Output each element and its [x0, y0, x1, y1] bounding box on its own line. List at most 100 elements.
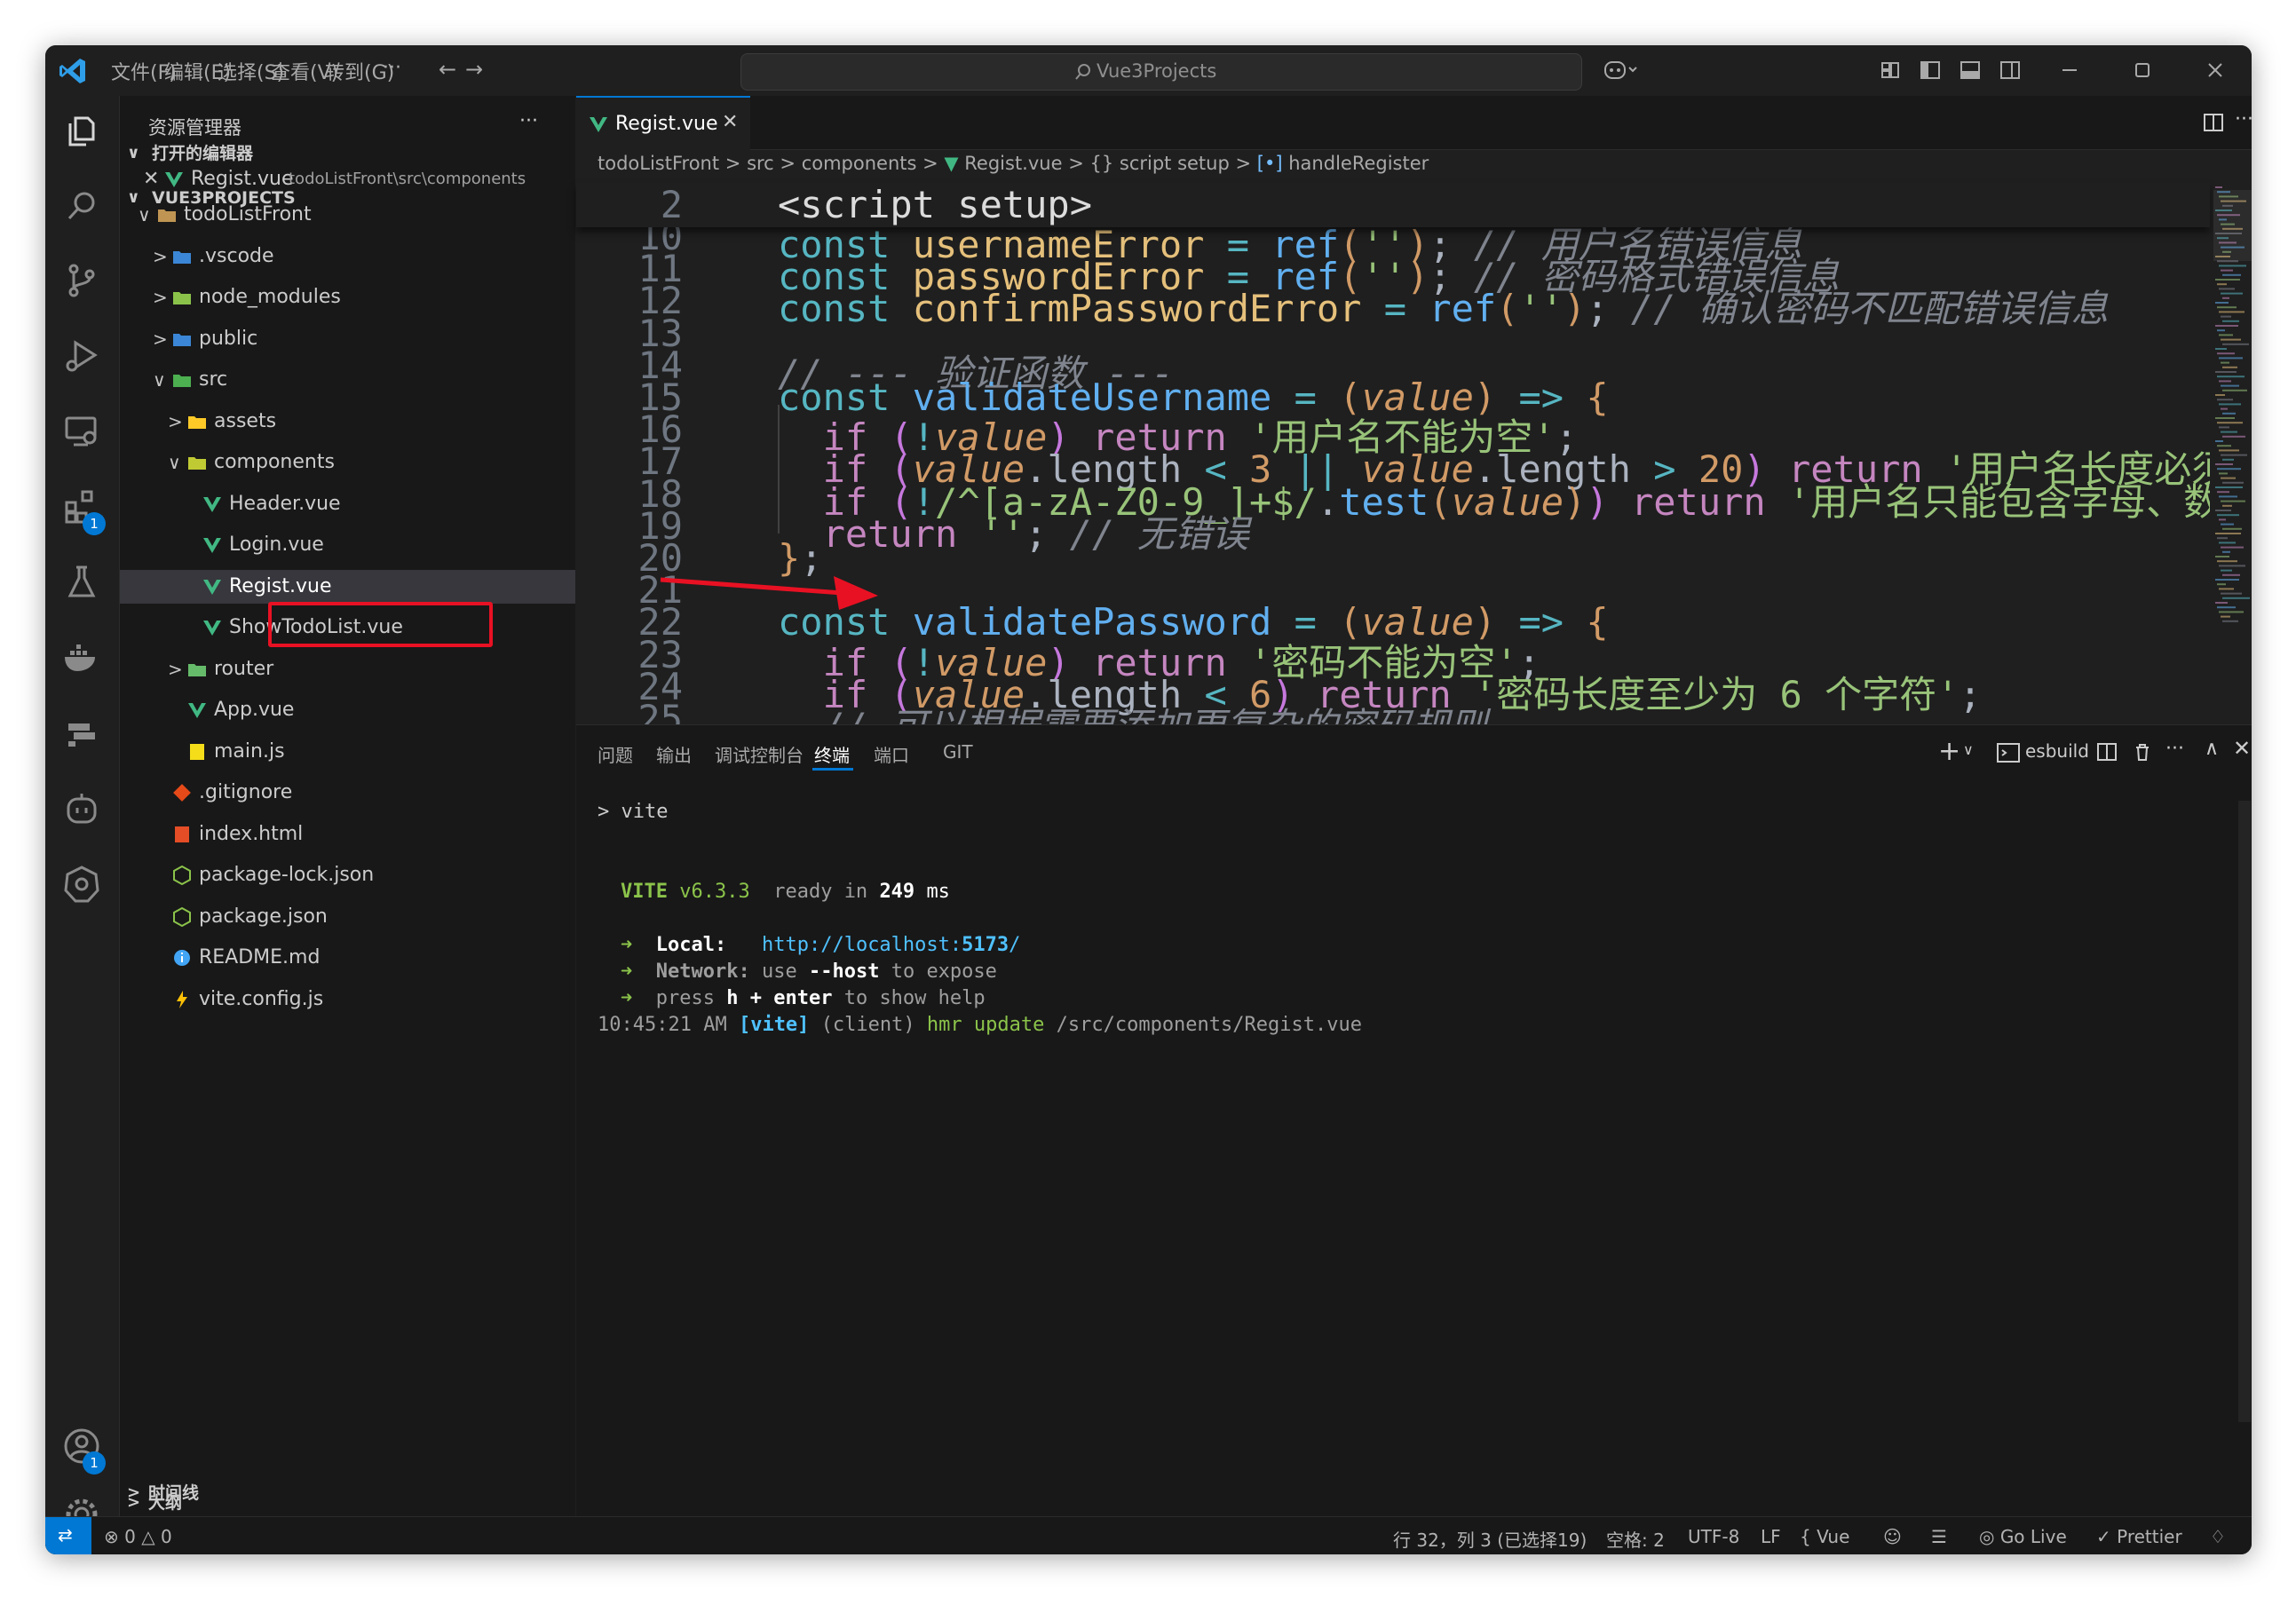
explorer-icon[interactable] — [61, 111, 102, 152]
minimap-line — [2215, 579, 2239, 581]
tree-item-label: main.js — [214, 739, 285, 763]
minimap-line — [2221, 477, 2236, 479]
minimize-icon[interactable] — [2059, 59, 2080, 81]
breadcrumb-item[interactable]: src — [747, 153, 774, 174]
tab-output[interactable]: 输出 — [656, 741, 692, 767]
breadcrumb-item[interactable]: components — [802, 153, 917, 174]
sticky-scroll-header[interactable]: 2 <script setup> — [576, 183, 2210, 227]
terminal-scrollbar[interactable] — [2238, 801, 2251, 1422]
remote-indicator[interactable]: ⇄ — [45, 1517, 91, 1554]
code-editor[interactable]: 9 const confirmPassword = ref(''); 10con… — [576, 183, 2210, 758]
explorer-more-button[interactable]: ··· — [519, 110, 538, 132]
back-arrow-icon[interactable]: ← — [434, 56, 461, 83]
indentation[interactable]: 空格: 2 — [1606, 1526, 1665, 1552]
gitlens-icon[interactable] — [61, 713, 102, 754]
tree-item[interactable]: > node_modules — [120, 281, 575, 314]
search-icon[interactable] — [61, 186, 102, 227]
tree-item[interactable]: ∨ todoListFront — [120, 198, 575, 232]
copilot-icon[interactable] — [1603, 58, 1638, 83]
tree-item[interactable]: > assets — [120, 405, 575, 439]
prettier-status[interactable]: ✓ Prettier — [2096, 1526, 2182, 1547]
breadcrumb-item[interactable]: todoListFront — [598, 153, 719, 174]
status-bar: ⇄ ⊗ 0 △ 0 行 32，列 3 (已选择19) 空格: 2 UTF-8 L… — [45, 1516, 2252, 1554]
tree-item[interactable]: vite.config.js — [120, 983, 575, 1016]
maximize-panel-icon[interactable]: ∧ — [2205, 738, 2219, 760]
breadcrumb-item[interactable]: Regist.vue — [964, 153, 1062, 174]
docker-icon[interactable] — [61, 637, 102, 678]
toggle-primary-sidebar-icon[interactable] — [1920, 59, 1941, 81]
tab-terminal[interactable]: 终端 — [814, 741, 850, 767]
tree-item[interactable]: > router — [120, 652, 575, 686]
tree-item[interactable]: > .vscode — [120, 240, 575, 273]
chevron-down-icon: ∨ — [153, 369, 166, 391]
minimap[interactable] — [2213, 183, 2252, 769]
local-url[interactable]: http://localhost:5173/ — [762, 934, 1020, 956]
toggle-panel-icon[interactable] — [1960, 59, 1981, 81]
minimap-line — [2217, 422, 2243, 424]
menu-more[interactable]: ··· — [383, 57, 401, 79]
source-control-icon[interactable] — [61, 260, 102, 301]
close-tab-icon[interactable]: ✕ — [722, 111, 738, 133]
editor-more-icon[interactable]: ··· — [2235, 108, 2252, 130]
command-center-search[interactable]: Vue3Projects — [740, 53, 1582, 91]
tab-git[interactable]: GIT — [943, 741, 973, 763]
chevron-right-icon: > — [724, 153, 748, 174]
tree-item[interactable]: Header.vue — [120, 487, 575, 521]
tab-problems[interactable]: 问题 — [598, 741, 633, 767]
chevron-down-icon[interactable]: ∨ — [1963, 741, 1974, 758]
run-debug-icon[interactable] — [61, 336, 102, 376]
tree-item[interactable]: .gitignore — [120, 776, 575, 810]
minimap-line — [2219, 449, 2239, 452]
forward-arrow-icon[interactable]: → — [461, 56, 487, 83]
arrow-icon: ➜ — [621, 934, 633, 956]
problems-status[interactable]: ⊗ 0 △ 0 — [104, 1526, 172, 1547]
go-live-button[interactable]: ◎ Go Live — [1979, 1526, 2067, 1547]
testing-icon[interactable] — [61, 562, 102, 603]
tree-item[interactable]: Regist.vue — [120, 569, 575, 604]
tree-item[interactable]: > public — [120, 322, 575, 356]
tree-item[interactable]: App.vue — [120, 693, 575, 727]
minimap-line — [2217, 560, 2237, 563]
tab-ports[interactable]: 端口 — [874, 741, 909, 767]
split-editor-icon[interactable] — [2203, 112, 2224, 133]
eol[interactable]: LF — [1761, 1526, 1781, 1547]
breadcrumb-item[interactable]: {} script setup — [1089, 153, 1229, 174]
tree-item[interactable]: Login.vue — [120, 528, 575, 562]
toggle-secondary-sidebar-icon[interactable] — [1999, 59, 2021, 81]
copilot-status-icon[interactable]: ☺ — [1883, 1526, 1902, 1547]
trash-icon[interactable] — [2132, 741, 2153, 763]
tab-debug-console[interactable]: 调试控制台 — [715, 741, 804, 767]
customize-layout-icon[interactable] — [1880, 59, 1901, 81]
tree-item[interactable]: index.html — [120, 818, 575, 851]
kubernetes-icon[interactable] — [61, 864, 102, 905]
notifications-bell-icon[interactable]: ♢ — [2210, 1526, 2226, 1547]
maximize-icon[interactable] — [2132, 59, 2153, 81]
tree-item[interactable]: ∨ components — [120, 446, 575, 479]
close-panel-icon[interactable]: ✕ — [2233, 736, 2251, 761]
minimap-line — [2222, 481, 2244, 484]
gitlens-status-icon[interactable]: ☰ — [1931, 1526, 1947, 1547]
terminal-name[interactable]: esbuild — [2025, 740, 2089, 762]
tree-item[interactable]: package-lock.json — [120, 858, 575, 892]
breadcrumb-item[interactable]: handleRegister — [1288, 153, 1429, 174]
tree-item[interactable]: main.js — [120, 735, 575, 769]
panel-more-icon[interactable]: ··· — [2165, 738, 2184, 760]
close-window-icon[interactable] — [2205, 59, 2226, 81]
copilot-chat-icon[interactable] — [61, 788, 102, 829]
tree-item[interactable]: ∨ src — [120, 363, 575, 397]
remote-explorer-icon[interactable] — [61, 411, 102, 452]
tab-regist-vue[interactable]: Regist.vue ✕ — [576, 96, 750, 151]
tree-item[interactable]: README.md — [120, 941, 575, 975]
timeline-section[interactable]: > 时间线 — [120, 1480, 575, 1506]
git-file-icon — [173, 784, 191, 802]
minimap-line — [2219, 588, 2234, 590]
tree-item[interactable]: package.json — [120, 900, 575, 934]
chevron-right-icon: > — [780, 153, 802, 174]
cursor-position[interactable]: 行 32，列 3 (已选择19) — [1393, 1526, 1587, 1552]
language-mode[interactable]: { Vue — [1800, 1526, 1849, 1547]
encoding[interactable]: UTF-8 — [1688, 1526, 1739, 1547]
minimap-line — [2215, 325, 2238, 327]
minimap-line — [2217, 583, 2226, 586]
split-terminal-icon[interactable] — [2096, 741, 2118, 763]
new-terminal-icon[interactable]: + — [1938, 736, 1960, 767]
